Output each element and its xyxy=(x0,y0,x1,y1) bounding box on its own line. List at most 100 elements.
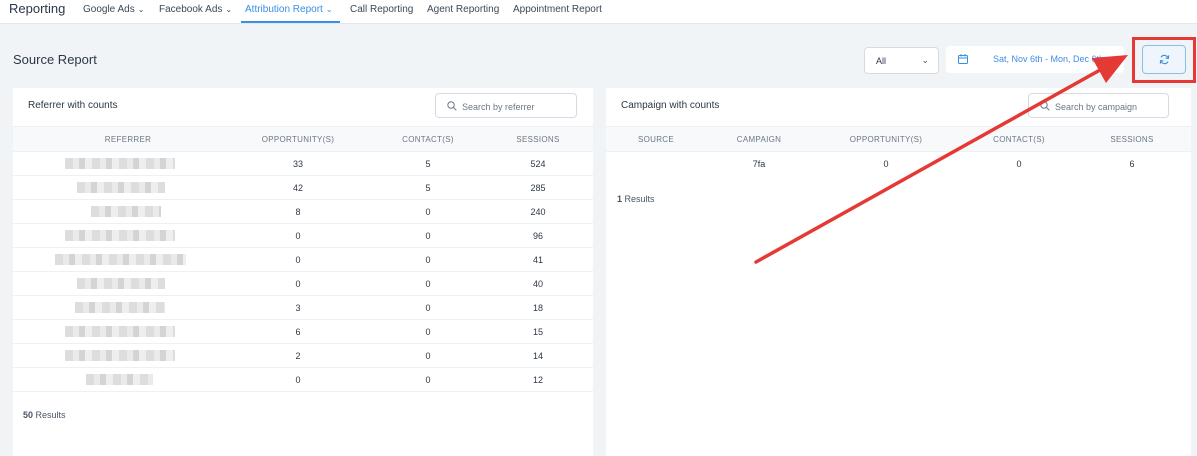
referrer-panel-title: Referrer with counts xyxy=(28,100,118,111)
table-row: 0 0 12 xyxy=(13,368,593,392)
date-range-picker[interactable]: Sat, Nov 6th - Mon, Dec 6th xyxy=(946,46,1124,73)
cell-sessions: 12 xyxy=(532,375,543,385)
cell-opportunities: 0 xyxy=(295,231,301,241)
cell-opportunities: 3 xyxy=(295,303,301,313)
redacted-referrer xyxy=(77,278,165,289)
brand-title: Reporting xyxy=(9,1,66,16)
cell-opportunities: 6 xyxy=(295,327,301,337)
calendar-icon xyxy=(958,54,968,64)
filter-select[interactable]: All ⌄ xyxy=(864,47,939,74)
redacted-referrer xyxy=(55,254,186,265)
column-header-sessions[interactable]: SESSIONS xyxy=(1082,135,1182,144)
referrer-table-header: REFERRER OPPORTUNITY(S) CONTACT(S) SESSI… xyxy=(13,126,593,152)
table-row: 0 0 96 xyxy=(13,224,593,248)
column-header-campaign[interactable]: CAMPAIGN xyxy=(719,135,799,144)
table-row: 3 0 18 xyxy=(13,296,593,320)
table-row: 6 0 15 xyxy=(13,320,593,344)
nav-attribution-report[interactable]: Attribution Report ⌄ xyxy=(245,4,333,15)
referrer-results-count: 50 Results xyxy=(23,410,66,420)
table-row: 42 5 285 xyxy=(13,176,593,200)
referrer-search-placeholder: Search by referrer xyxy=(462,102,535,112)
referrer-results-number: 50 xyxy=(23,410,34,420)
cell-contacts: 0 xyxy=(425,351,431,361)
table-row: 7fa 0 0 6 xyxy=(606,152,1191,176)
redacted-referrer xyxy=(75,302,165,313)
cell-sessions: 96 xyxy=(532,231,543,241)
redacted-referrer xyxy=(65,350,175,361)
column-header-contacts[interactable]: CONTACT(S) xyxy=(368,135,488,144)
top-nav: Reporting Google Ads ⌄ Facebook Ads ⌄ Attr… xyxy=(0,0,1197,24)
referrer-search-input[interactable]: Search by referrer xyxy=(435,93,577,118)
annotation-highlight-box xyxy=(1132,37,1196,83)
date-range-label: Sat, Nov 6th - Mon, Dec 6th xyxy=(993,54,1105,64)
cell-sessions: 524 xyxy=(530,159,546,169)
cell-contacts: 0 xyxy=(1016,159,1022,169)
cell-sessions: 285 xyxy=(530,183,546,193)
cell-contacts: 0 xyxy=(425,303,431,313)
nav-call-reporting[interactable]: Call Reporting xyxy=(350,4,413,15)
column-header-contacts[interactable]: CONTACT(S) xyxy=(969,135,1069,144)
campaign-panel-title: Campaign with counts xyxy=(621,100,720,111)
cell-opportunities: 0 xyxy=(883,159,889,169)
redacted-referrer xyxy=(77,182,165,193)
nav-appointment-report[interactable]: Appointment Report xyxy=(513,4,602,15)
cell-contacts: 0 xyxy=(425,207,431,217)
column-header-opportunities[interactable]: OPPORTUNITY(S) xyxy=(831,135,941,144)
cell-opportunities: 0 xyxy=(295,255,301,265)
campaign-results-label: Results xyxy=(624,194,655,204)
table-row: 33 5 524 xyxy=(13,152,593,176)
cell-contacts: 5 xyxy=(425,183,431,193)
cell-sessions: 15 xyxy=(532,327,543,337)
cell-opportunities: 2 xyxy=(295,351,301,361)
cell-contacts: 0 xyxy=(425,279,431,289)
campaign-search-input[interactable]: Search by campaign xyxy=(1028,93,1169,118)
table-row: 0 0 40 xyxy=(13,272,593,296)
campaign-results-number: 1 xyxy=(617,194,623,204)
campaign-search-placeholder: Search by campaign xyxy=(1055,102,1138,112)
referrer-results-label: Results xyxy=(35,410,66,420)
column-header-opportunities[interactable]: OPPORTUNITY(S) xyxy=(238,135,358,144)
nav-attribution-report-label: Attribution Report xyxy=(245,4,323,15)
cell-opportunities: 8 xyxy=(295,207,301,217)
chevron-down-icon: ⌄ xyxy=(325,5,333,14)
column-header-referrer[interactable]: REFERRER xyxy=(73,135,183,144)
cell-contacts: 0 xyxy=(425,375,431,385)
nav-agent-reporting[interactable]: Agent Reporting xyxy=(427,4,499,15)
cell-campaign: 7fa xyxy=(752,159,766,169)
cell-contacts: 0 xyxy=(425,255,431,265)
redacted-referrer xyxy=(65,326,175,337)
chevron-down-icon: ⌄ xyxy=(921,55,929,65)
search-icon xyxy=(447,101,457,111)
page-title: Source Report xyxy=(13,52,97,67)
column-header-source[interactable]: SOURCE xyxy=(616,135,696,144)
cell-sessions: 40 xyxy=(532,279,543,289)
redacted-referrer xyxy=(86,374,153,385)
cell-opportunities: 0 xyxy=(295,279,301,289)
active-tab-underline xyxy=(241,21,340,23)
cell-sessions: 240 xyxy=(530,207,546,217)
cell-opportunities: 42 xyxy=(292,183,303,193)
redacted-referrer xyxy=(91,206,161,217)
nav-google-ads-label: Google Ads xyxy=(83,4,135,15)
nav-facebook-ads-label: Facebook Ads xyxy=(159,4,223,15)
table-row: 2 0 14 xyxy=(13,344,593,368)
cell-sessions: 6 xyxy=(1129,159,1135,169)
cell-contacts: 0 xyxy=(425,327,431,337)
filter-select-value: All xyxy=(876,56,887,66)
cell-sessions: 18 xyxy=(532,303,543,313)
chevron-down-icon: ⌄ xyxy=(137,5,145,14)
search-icon xyxy=(1040,101,1050,111)
cell-contacts: 5 xyxy=(425,159,431,169)
campaign-panel: Campaign with counts Search by campaign … xyxy=(606,88,1191,456)
redacted-referrer xyxy=(65,230,175,241)
nav-google-ads[interactable]: Google Ads ⌄ xyxy=(83,4,144,15)
table-row: 0 0 41 xyxy=(13,248,593,272)
nav-facebook-ads[interactable]: Facebook Ads ⌄ xyxy=(159,4,232,15)
cell-opportunities: 33 xyxy=(292,159,303,169)
cell-contacts: 0 xyxy=(425,231,431,241)
chevron-down-icon: ⌄ xyxy=(225,5,233,14)
campaign-results-count: 1 Results xyxy=(617,194,655,204)
column-header-sessions[interactable]: SESSIONS xyxy=(478,135,598,144)
table-row: 8 0 240 xyxy=(13,200,593,224)
cell-sessions: 41 xyxy=(532,255,543,265)
